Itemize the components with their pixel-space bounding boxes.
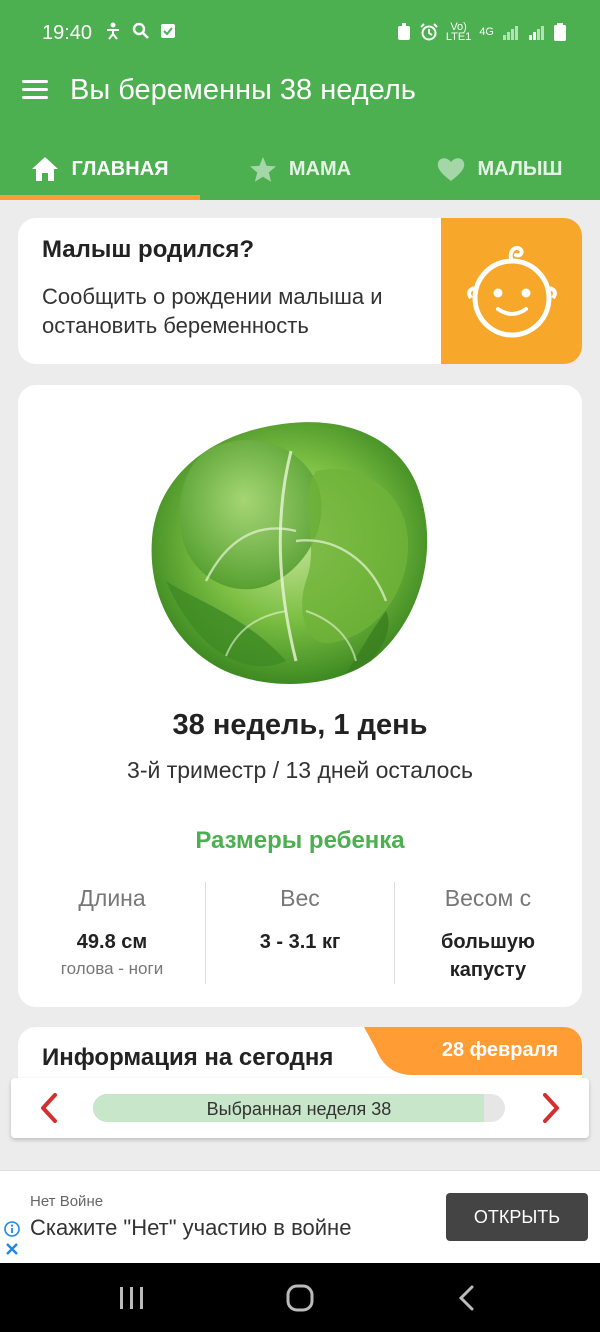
stat-comparison: Весом с большую капусту <box>394 885 582 984</box>
ad-info-icon[interactable] <box>4 1221 20 1237</box>
week-info-card: 38 недель, 1 день 3-й триместр / 13 дней… <box>18 385 582 1007</box>
menu-line <box>22 88 48 91</box>
trimester-text: 3-й триместр / 13 дней осталось <box>127 757 473 783</box>
date-text: 28 февраля <box>441 1039 558 1061</box>
tab-mom-label: МАМА <box>288 157 352 180</box>
app-bar: Вы беременны 38 недель <box>0 48 600 138</box>
volte-label: Vo) LTE1 <box>445 22 472 43</box>
prev-week-button[interactable] <box>37 1092 61 1124</box>
check-box-icon <box>161 24 175 38</box>
ad-close-icon[interactable] <box>4 1241 20 1257</box>
stat-weight-value: 3 - 3.1 кг <box>259 931 341 953</box>
recycle-icon <box>397 23 410 40</box>
cabbage-image <box>151 422 428 684</box>
ad-sponsor: Нет Войне <box>30 1193 104 1210</box>
search-icon <box>132 22 149 39</box>
alarm-icon <box>420 23 438 41</box>
star-icon <box>249 156 276 182</box>
menu-line <box>22 96 48 99</box>
baby-face-box <box>441 218 582 364</box>
ad-headline: Скажите "Нет" участию в войне <box>30 1215 352 1240</box>
system-nav-bar <box>0 1263 600 1332</box>
baby-born-card[interactable]: Малыш родился? Сообщить о рождении малыш… <box>18 218 582 364</box>
next-week-button[interactable] <box>539 1092 563 1124</box>
network-4g-label: 4G <box>479 26 494 38</box>
tab-baby-label: МАЛЫШ <box>477 157 563 180</box>
tab-main-label: ГЛАВНАЯ <box>71 157 169 180</box>
date-badge: 28 февраля <box>364 1027 582 1075</box>
accessibility-icon <box>107 22 119 40</box>
status-right-icons: Vo) LTE1 4G <box>396 22 566 43</box>
stat-length: Длина 49.8 см голова - ноги <box>18 885 206 979</box>
stat-length-sub: голова - ноги <box>60 959 164 978</box>
stat-weight-label: Вес <box>280 885 320 911</box>
week-progress-bar[interactable]: Выбранная неделя 38 <box>93 1094 505 1122</box>
today-info-title: Информация на сегодня <box>42 1044 334 1071</box>
week-selector: Выбранная неделя 38 <box>11 1078 589 1138</box>
baby-sizes-title: Размеры ребенка <box>195 827 405 854</box>
tab-indicator <box>0 195 200 200</box>
battery-icon <box>554 23 566 41</box>
lte-text: LTE1 <box>445 31 472 43</box>
stat-length-value: 49.8 см <box>76 931 148 953</box>
ad-open-button[interactable]: ОТКРЫТЬ <box>446 1193 588 1241</box>
stat-weight: Вес 3 - 3.1 кг <box>206 885 394 956</box>
recent-apps-button[interactable] <box>116 1283 148 1313</box>
status-bar: 19:40 Vo) LTE1 4G <box>0 0 600 48</box>
baby-born-question: Малыш родился? <box>42 236 254 263</box>
status-left-icons <box>104 22 176 40</box>
stat-length-label: Длина <box>78 885 146 911</box>
heart-icon <box>438 157 465 181</box>
home-icon <box>32 157 59 181</box>
tab-baby[interactable]: МАЛЫШ <box>400 138 600 200</box>
back-button[interactable] <box>452 1283 484 1313</box>
tab-mom[interactable]: МАМА <box>200 138 400 200</box>
baby-born-description: Сообщить о рождении малыша и остановить … <box>42 284 383 338</box>
tab-main[interactable]: ГЛАВНАЯ <box>0 138 200 200</box>
week-day-text: 38 недель, 1 день <box>172 709 428 741</box>
stat-comparison-value: большую капусту <box>441 931 535 981</box>
menu-line <box>22 80 48 83</box>
page-title: Вы беременны 38 недель <box>70 74 416 106</box>
stat-comparison-label: Весом с <box>444 885 532 911</box>
week-progress-label: Выбранная неделя 38 <box>206 1099 392 1119</box>
baby-face-icon <box>466 246 557 338</box>
home-button[interactable] <box>284 1283 316 1313</box>
signal-icon <box>503 26 518 40</box>
menu-button[interactable] <box>20 78 50 102</box>
ad-banner[interactable]: Нет Войне Скажите "Нет" участию в войне … <box>0 1170 600 1263</box>
status-time: 19:40 <box>42 22 93 44</box>
tab-bar: ГЛАВНАЯ МАМА МАЛЫШ <box>0 138 600 200</box>
signal-icon-2 <box>529 26 544 40</box>
